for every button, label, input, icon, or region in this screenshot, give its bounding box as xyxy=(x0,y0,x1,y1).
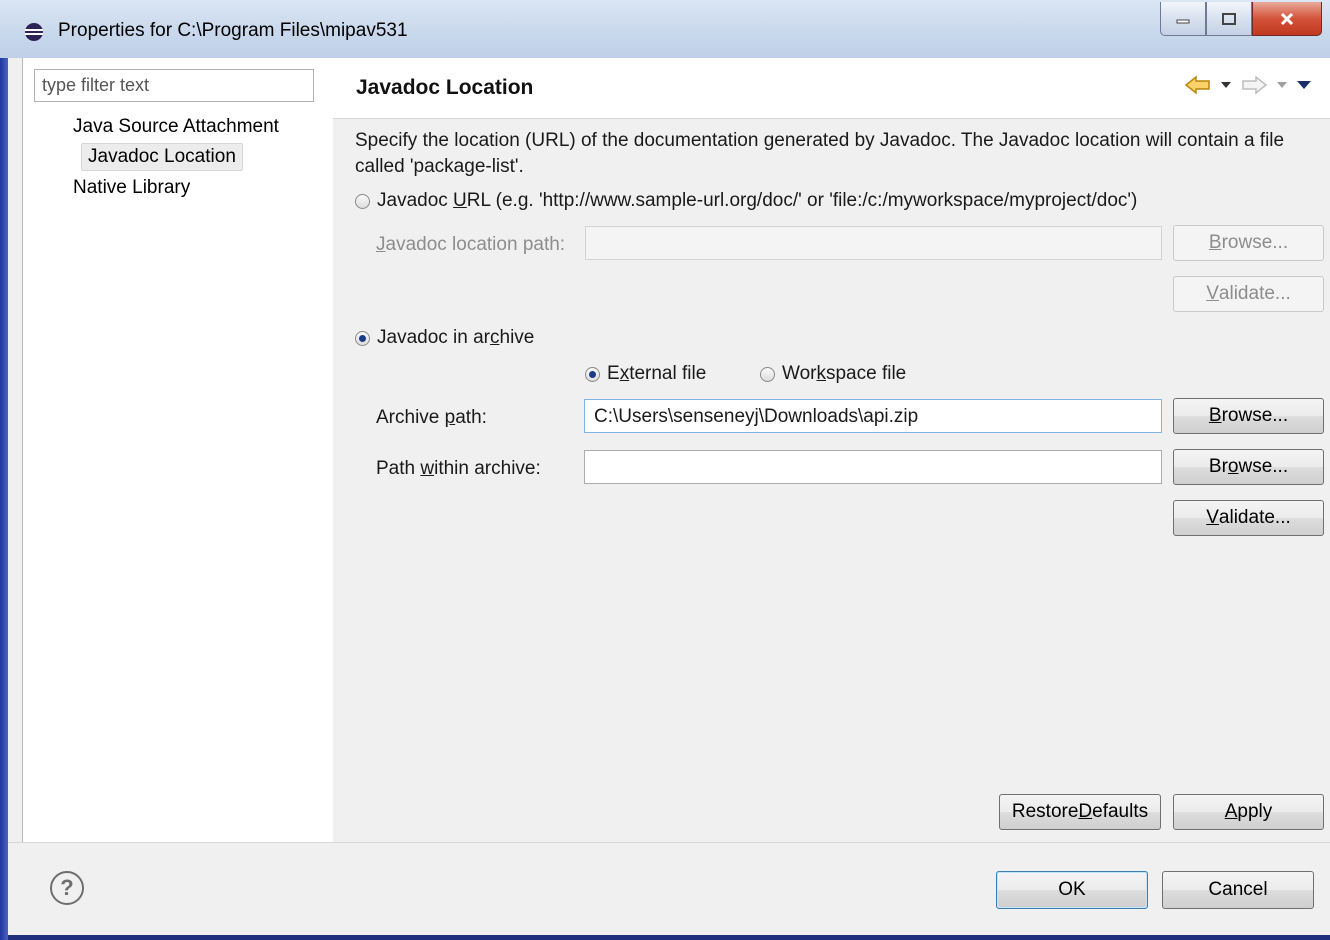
javadoc-in-archive-radio-indicator xyxy=(355,330,370,346)
maximize-button[interactable] xyxy=(1206,2,1252,36)
ok-button[interactable]: OK xyxy=(996,871,1148,909)
path-within-archive-label: Path within archive: xyxy=(376,458,541,479)
back-menu-chevron-icon[interactable] xyxy=(1220,80,1232,90)
javadoc-in-archive-radio[interactable]: Javadoc in archive xyxy=(355,327,534,349)
browse-archive-button[interactable]: Browse... xyxy=(1173,398,1324,434)
help-icon[interactable]: ? xyxy=(50,871,84,905)
archive-path-label: Archive path: xyxy=(376,407,487,428)
eclipse-icon xyxy=(25,23,43,41)
window-title: Properties for C:\Program Files\mipav531 xyxy=(58,20,408,41)
close-button[interactable] xyxy=(1252,2,1322,36)
close-icon xyxy=(1280,12,1294,25)
apply-button[interactable]: Apply xyxy=(1173,794,1324,830)
javadoc-url-radio[interactable]: Javadoc URL (e.g. 'http://www.sample-url… xyxy=(355,190,1137,212)
forward-arrow-icon[interactable] xyxy=(1240,74,1268,96)
archive-path-input[interactable]: C:\Users\senseneyj\Downloads\api.zip xyxy=(584,399,1162,433)
window-frame xyxy=(0,58,8,940)
workspace-file-radio-indicator xyxy=(760,366,775,382)
validate-archive-button[interactable]: Validate... xyxy=(1173,500,1324,536)
cancel-button[interactable]: Cancel xyxy=(1162,871,1314,909)
title-bar[interactable]: Properties for C:\Program Files\mipav531 xyxy=(0,0,1330,59)
validate-location-button[interactable]: Validate... xyxy=(1173,276,1324,312)
back-arrow-icon[interactable] xyxy=(1184,74,1212,96)
tree-item-javadoc-location[interactable]: Javadoc Location xyxy=(81,143,243,171)
dialog-client-area: type filter text Java Source Attachment … xyxy=(8,58,1330,935)
external-file-label: External file xyxy=(607,363,707,384)
browse-location-button[interactable]: Browse... xyxy=(1173,225,1324,261)
maximize-icon xyxy=(1222,12,1236,25)
tree-item-java-source-attachment[interactable]: Java Source Attachment xyxy=(67,114,285,140)
workspace-file-radio[interactable]: Workspace file xyxy=(760,363,906,385)
page-header: Javadoc Location xyxy=(333,58,1330,119)
restore-defaults-button[interactable]: Restore Defaults xyxy=(999,794,1161,830)
page-description: Specify the location (URL) of the docume… xyxy=(355,130,1285,177)
page-title: Javadoc Location xyxy=(356,76,534,99)
javadoc-in-archive-label: Javadoc in archive xyxy=(377,327,535,348)
minimize-button[interactable] xyxy=(1160,2,1206,36)
filter-input[interactable]: type filter text xyxy=(34,69,314,102)
category-tree-pane: type filter text Java Source Attachment … xyxy=(22,58,334,842)
forward-menu-chevron-icon[interactable] xyxy=(1276,80,1288,90)
javadoc-location-path-label: Javadoc location path: xyxy=(376,234,566,255)
javadoc-location-path-input[interactable] xyxy=(585,226,1162,260)
dialog-window: Properties for C:\Program Files\mipav531… xyxy=(0,0,1330,940)
external-file-radio[interactable]: External file xyxy=(585,363,706,385)
javadoc-url-radio-indicator xyxy=(355,193,370,209)
path-within-archive-input[interactable] xyxy=(584,450,1162,484)
property-page: Javadoc Location Specify the location (U… xyxy=(333,58,1330,842)
view-menu-chevron-icon[interactable] xyxy=(1296,79,1312,91)
javadoc-url-label: Javadoc URL (e.g. 'http://www.sample-url… xyxy=(377,190,1138,211)
tree-item-native-library[interactable]: Native Library xyxy=(67,175,196,201)
minimize-icon xyxy=(1176,19,1190,23)
dialog-button-bar: ? OK Cancel xyxy=(8,842,1330,935)
browse-within-archive-button[interactable]: Br o wse... xyxy=(1173,449,1324,485)
external-file-radio-indicator xyxy=(585,366,600,382)
workspace-file-label: Workspace file xyxy=(782,363,907,384)
